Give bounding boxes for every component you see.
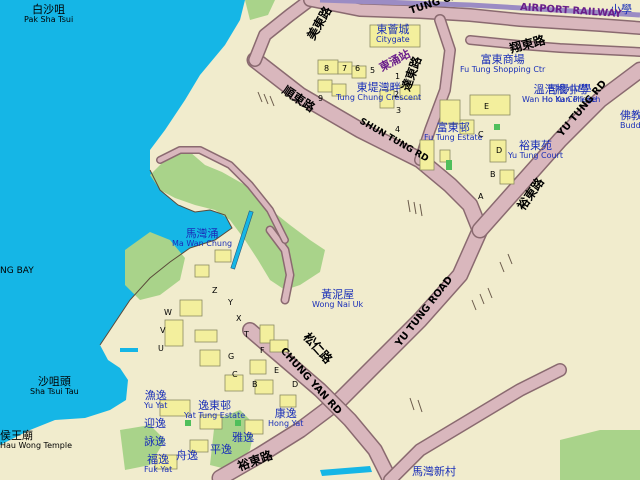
label-chun-yat: 舟逸 bbox=[176, 449, 198, 462]
label-yu-tung-court: 裕東苑 Yu Tung Court bbox=[508, 139, 563, 160]
block-label: A bbox=[478, 192, 484, 201]
block-label: Z bbox=[212, 286, 218, 295]
label-citygate: 東薈城 Citygate bbox=[376, 23, 410, 44]
label-fu-tung-shopping: 富東商場 Fu Tung Shopping Ctr bbox=[460, 53, 546, 74]
block-label: 5 bbox=[370, 66, 376, 75]
block-label: 8 bbox=[324, 64, 330, 73]
label-sha-tsui-tau: 沙咀頭 Sha Tsui Tau bbox=[30, 375, 79, 396]
label-wing-yat: 詠逸 bbox=[144, 435, 166, 448]
block-label: V bbox=[160, 326, 166, 335]
block-label: E bbox=[484, 102, 490, 111]
map-canvas[interactable]: 白沙咀 Pak Sha Tsui 馬灣涌 Ma Wan Chung NG BAY… bbox=[0, 0, 640, 480]
block-label: B bbox=[252, 380, 258, 389]
label-nga-yat: 雅逸 bbox=[232, 431, 254, 444]
label-yu-yat: 漁逸 Yu Yat bbox=[144, 389, 168, 410]
block-label: X bbox=[236, 314, 242, 323]
block-label: T bbox=[244, 330, 249, 339]
block-label: G bbox=[228, 352, 235, 361]
block-label: 9 bbox=[318, 94, 324, 103]
block-label: Y bbox=[228, 298, 233, 307]
jetty bbox=[120, 348, 138, 352]
block-label: C bbox=[232, 370, 238, 379]
label-bay: NG BAY bbox=[0, 266, 34, 276]
block-label: D bbox=[496, 146, 503, 155]
block-label: B bbox=[490, 170, 496, 179]
label-yat-tung-estate: 逸東邨 Yat Tung Estate bbox=[184, 399, 246, 420]
label-ying-yat: 迎逸 bbox=[144, 417, 166, 430]
block-label: C bbox=[478, 130, 484, 139]
block-label: E bbox=[274, 366, 280, 375]
block-label: U bbox=[158, 344, 164, 353]
vegetation-5 bbox=[560, 430, 640, 480]
block-label: 3 bbox=[396, 106, 402, 115]
label-hong-yat: 康逸 Hong Yat bbox=[268, 407, 304, 428]
label-ma-wan-new-village: 馬灣新村 bbox=[412, 465, 456, 478]
block-label: 1 bbox=[395, 72, 401, 81]
block-label: F bbox=[260, 346, 265, 355]
label-buddhist: 佛教 Budd C bbox=[620, 109, 640, 130]
label-fuk-yat: 福逸 Fuk Yat bbox=[144, 453, 173, 474]
label-hau-wong-temple: 侯王廟 Hau Wong Temple bbox=[0, 429, 73, 450]
label-fu-tung-estate: 富東邨 Fu Tung Estate bbox=[424, 121, 483, 142]
label-pak-sha-tsui: 白沙咀 Pak Sha Tsui bbox=[24, 3, 74, 24]
label-wong-nai-uk: 黃泥屋 Wong Nai Uk bbox=[312, 288, 364, 309]
block-label: 6 bbox=[355, 64, 361, 73]
label-ma-wan-chung: 馬灣涌 Ma Wan Chung bbox=[172, 227, 233, 248]
block-label: W bbox=[164, 308, 172, 317]
block-label: 2 bbox=[394, 90, 400, 99]
label-ping-yat: 平逸 bbox=[210, 443, 232, 456]
block-label: 7 bbox=[342, 64, 348, 73]
block-label: 4 bbox=[395, 125, 401, 134]
block-label: D bbox=[292, 380, 299, 389]
